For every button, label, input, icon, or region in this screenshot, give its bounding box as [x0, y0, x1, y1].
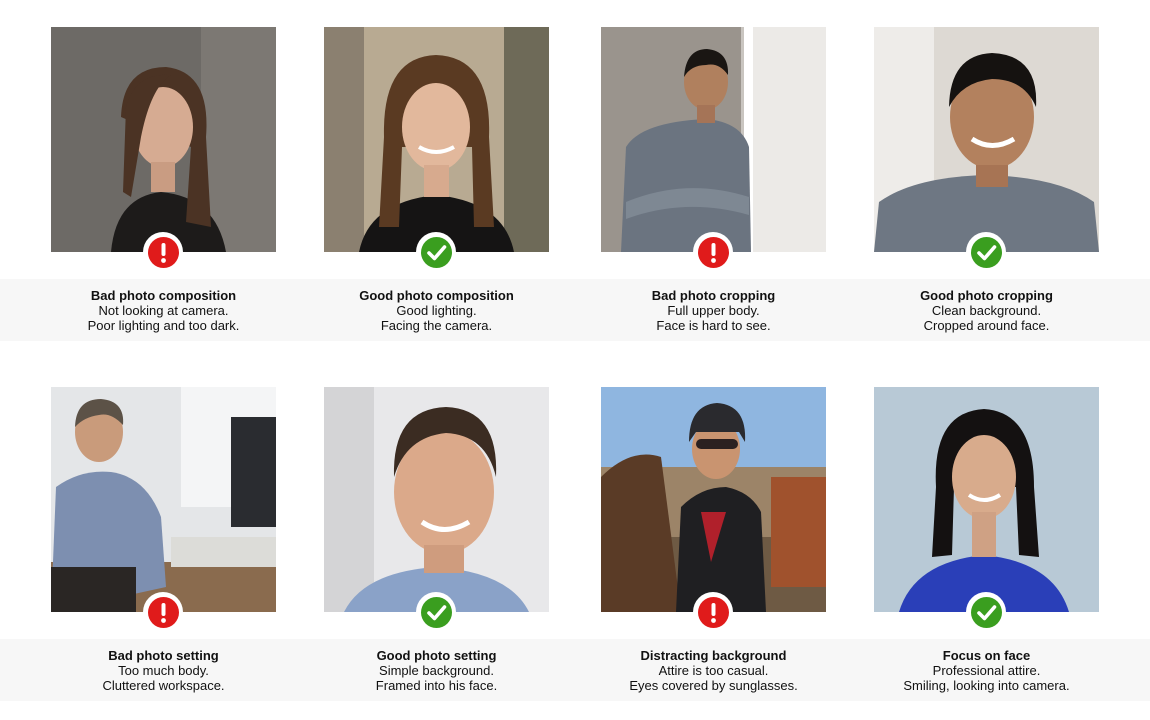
caption-line-1: Attire is too casual. — [658, 663, 769, 678]
portrait-photo — [324, 27, 549, 252]
caption-title: Good photo cropping — [920, 288, 1053, 303]
caption-line-2: Cropped around face. — [923, 318, 1050, 333]
status-badge — [693, 232, 733, 272]
example-caption: Focus on face Professional attire. Smili… — [834, 648, 1139, 693]
caption-line-1: Clean background. — [931, 303, 1042, 318]
caption-title: Focus on face — [942, 648, 1031, 663]
caption-line-1: Full upper body. — [667, 303, 760, 318]
status-badge — [966, 592, 1006, 632]
caption-title: Bad photo setting — [108, 648, 219, 663]
caption-line-2: Eyes covered by sunglasses. — [629, 678, 798, 693]
example-caption: Good photo composition Good lighting. Fa… — [284, 288, 589, 333]
caption-line-2: Cluttered workspace. — [102, 678, 225, 693]
exclamation-icon — [160, 602, 166, 623]
example-caption: Bad photo setting Too much body. Clutter… — [11, 648, 316, 693]
caption-line-1: Good lighting. — [396, 303, 477, 318]
caption-line-1: Not looking at camera. — [98, 303, 229, 318]
checkmark-icon — [426, 244, 446, 260]
example-caption: Bad photo composition Not looking at cam… — [11, 288, 316, 333]
caption-line-1: Simple background. — [379, 663, 494, 678]
caption-title: Good photo composition — [359, 288, 514, 303]
caption-line-1: Too much body. — [118, 663, 209, 678]
portrait-photo — [601, 27, 826, 252]
status-badge — [143, 232, 183, 272]
caption-line-1: Professional attire. — [932, 663, 1041, 678]
portrait-photo — [601, 387, 826, 612]
portrait-photo — [51, 387, 276, 612]
exclamation-icon — [710, 242, 716, 263]
portrait-photo — [874, 27, 1099, 252]
caption-line-2: Framed into his face. — [375, 678, 498, 693]
caption-title: Bad photo cropping — [651, 288, 776, 303]
example-caption: Distracting background Attire is too cas… — [561, 648, 866, 693]
checkmark-icon — [976, 604, 996, 620]
portrait-photo — [51, 27, 276, 252]
caption-title: Distracting background — [640, 648, 787, 663]
caption-title: Bad photo composition — [90, 288, 237, 303]
caption-line-2: Poor lighting and too dark. — [87, 318, 240, 333]
checkmark-icon — [976, 244, 996, 260]
caption-line-2: Face is hard to see. — [656, 318, 771, 333]
example-caption: Bad photo cropping Full upper body. Face… — [561, 288, 866, 333]
portrait-photo — [874, 387, 1099, 612]
caption-title: Good photo setting — [376, 648, 497, 663]
status-badge — [416, 592, 456, 632]
caption-line-2: Smiling, looking into camera. — [903, 678, 1070, 693]
status-badge — [693, 592, 733, 632]
caption-line-2: Facing the camera. — [380, 318, 493, 333]
status-badge — [143, 592, 183, 632]
exclamation-icon — [710, 602, 716, 623]
status-badge — [966, 232, 1006, 272]
portrait-photo — [324, 387, 549, 612]
example-caption: Good photo setting Simple background. Fr… — [284, 648, 589, 693]
checkmark-icon — [426, 604, 446, 620]
status-badge — [416, 232, 456, 272]
exclamation-icon — [160, 242, 166, 263]
example-caption: Good photo cropping Clean background. Cr… — [834, 288, 1139, 333]
